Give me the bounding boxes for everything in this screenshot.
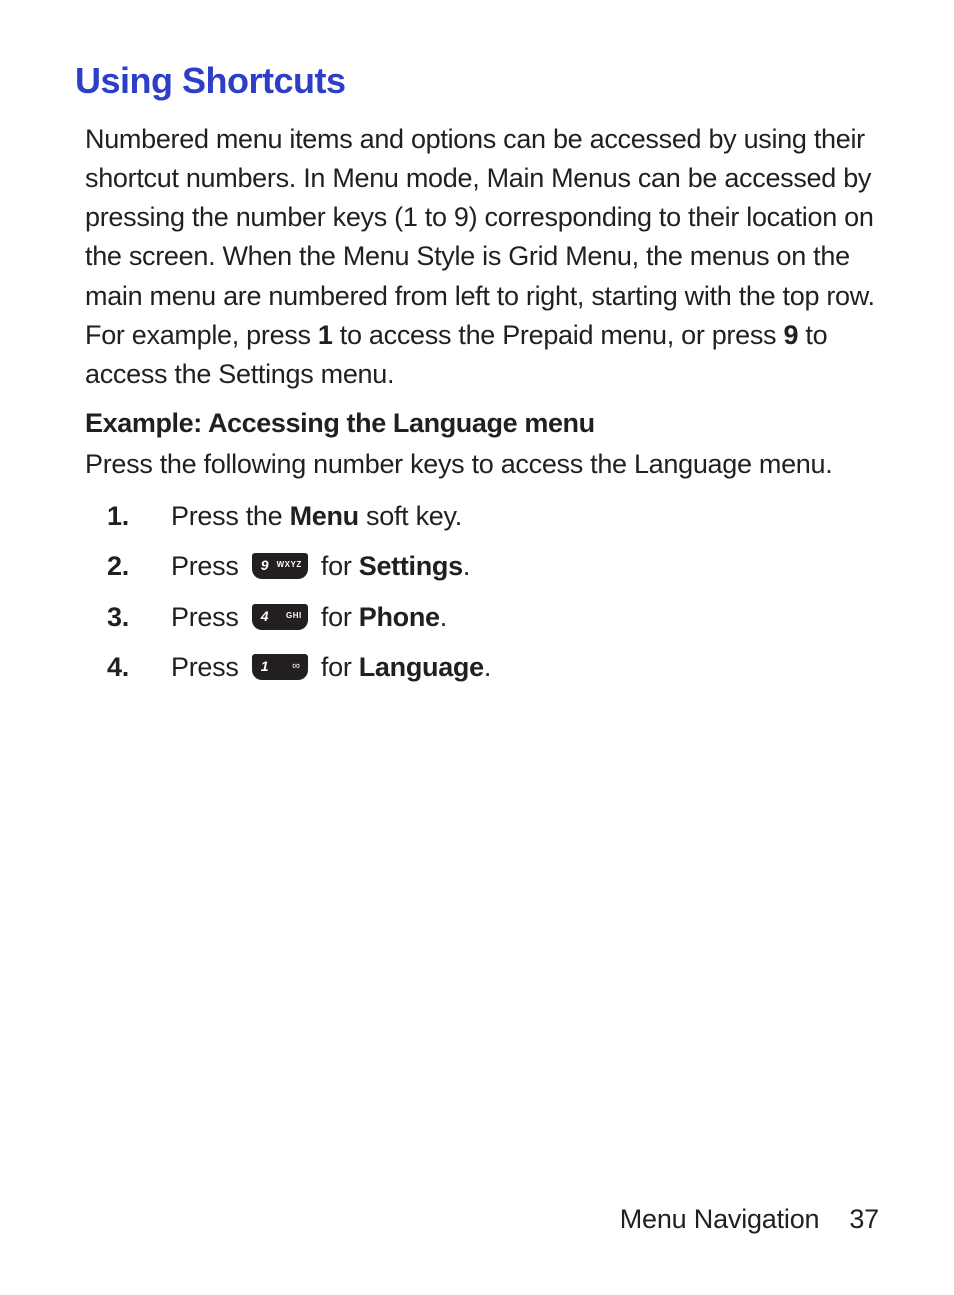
footer-page-number: 37 [849,1204,879,1234]
step-2-post: . [463,551,470,581]
key-9-icon: 9 WXYZ [252,553,308,579]
step-3: Press 4 GHI for Phone. [85,597,879,638]
footer-section: Menu Navigation [620,1204,820,1234]
intro-bold-1: 1 [318,320,333,350]
instruction-text: Press the following number keys to acces… [85,449,879,480]
step-1-bold: Menu [290,501,359,531]
page-footer: Menu Navigation 37 [620,1204,879,1235]
key-1-icon: 1∞ [252,654,308,680]
step-3-bold: Phone [359,602,440,632]
step-4-pre: Press [171,652,246,682]
step-2-pre: Press [171,551,246,581]
intro-paragraph: Numbered menu items and options can be a… [85,120,879,394]
key-1-num: 1 [261,656,269,677]
step-4-mid: for [314,652,359,682]
step-1: Press the Menu soft key. [85,496,879,537]
key-4-icon: 4 GHI [252,604,308,630]
key-4-num: 4 [261,606,269,627]
intro-text-2: to access the Prepaid menu, or press [333,320,784,350]
page-heading: Using Shortcuts [75,60,879,102]
step-1-post: soft key. [359,501,462,531]
step-4: Press 1∞ for Language. [85,647,879,688]
step-3-pre: Press [171,602,246,632]
key-9-letters: WXYZ [277,559,302,571]
steps-list: Press the Menu soft key. Press 9 WXYZ for… [85,496,879,688]
step-4-bold: Language [359,652,484,682]
step-2: Press 9 WXYZ for Settings. [85,546,879,587]
step-1-pre: Press the [171,501,290,531]
intro-text-1: Numbered menu items and options can be a… [85,124,875,350]
key-1-sym: ∞ [292,658,300,675]
step-3-post: . [440,602,447,632]
step-2-mid: for [314,551,359,581]
step-2-bold: Settings [359,551,463,581]
step-3-mid: for [314,602,359,632]
example-subheading: Example: Accessing the Language menu [85,408,879,439]
key-9-num: 9 [261,555,269,576]
step-4-post: . [484,652,491,682]
key-4-letters: GHI [286,610,302,622]
intro-bold-2: 9 [783,320,798,350]
